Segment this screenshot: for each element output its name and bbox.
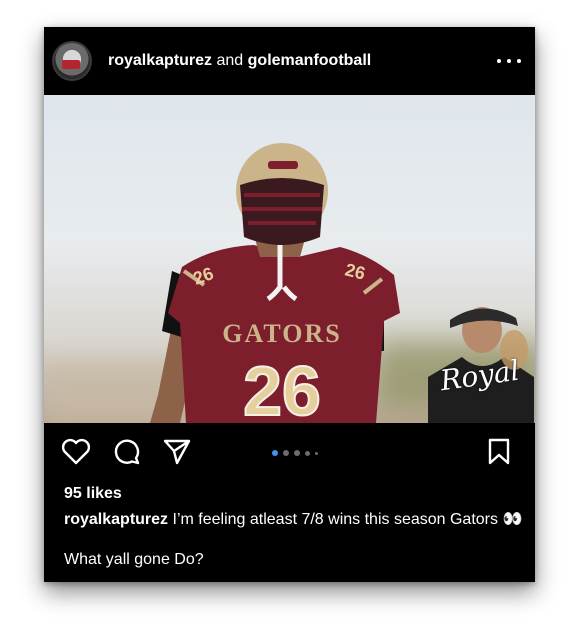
action-bar — [44, 423, 535, 473]
post-photo[interactable]: GATORS 26 26 26 Royal — [44, 95, 535, 423]
carousel-dot — [294, 450, 300, 456]
authors-conjunction: and — [216, 52, 244, 69]
author-username-secondary[interactable]: golemanfootball — [248, 52, 372, 69]
bookmark-icon[interactable] — [484, 437, 514, 465]
post-authors: royalkapturez and golemanfootball — [108, 52, 371, 70]
carousel-indicator — [272, 450, 318, 456]
instagram-post: royalkapturez and golemanfootball GATORS… — [44, 27, 535, 582]
carousel-dot — [283, 450, 289, 456]
jersey-team-text: GATORS — [222, 319, 341, 348]
jersey-number-text: 26 — [243, 352, 321, 423]
author-avatar[interactable] — [52, 41, 92, 81]
carousel-dot-active — [272, 450, 278, 456]
more-horizontal-icon[interactable] — [497, 51, 521, 71]
caption-second-line: What yall gone Do? — [64, 551, 204, 568]
avatar-ring — [52, 41, 92, 81]
caption-text: I’m feeling atleast 7/8 wins this season… — [172, 511, 523, 528]
heart-icon[interactable] — [61, 437, 91, 465]
likes-count[interactable]: 95 likes — [64, 485, 122, 503]
send-icon[interactable] — [162, 437, 192, 465]
comment-icon[interactable] — [111, 437, 141, 465]
carousel-dot — [305, 450, 310, 456]
carousel-dot — [315, 451, 318, 455]
post-header: royalkapturez and golemanfootball — [44, 27, 535, 95]
post-caption: royalkapturez I’m feeling atleast 7/8 wi… — [64, 510, 524, 530]
caption-username[interactable]: royalkapturez — [64, 511, 168, 528]
author-username-primary[interactable]: royalkapturez — [108, 52, 212, 69]
